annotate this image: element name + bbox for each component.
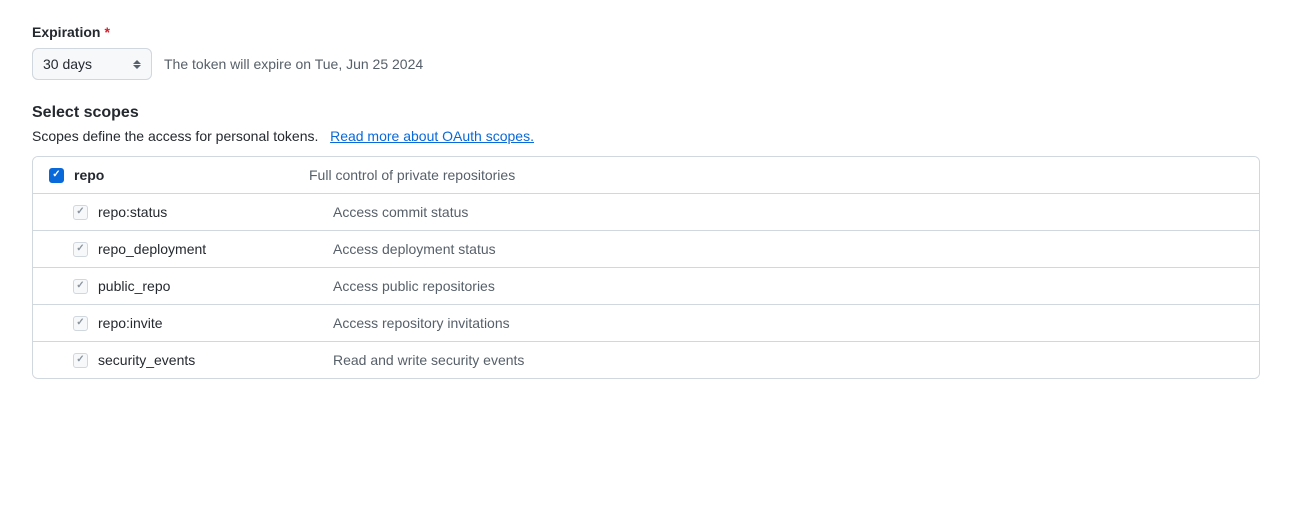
scope-description-repo-invite: Access repository invitations <box>333 315 1243 331</box>
partial-check-icon: ✓ <box>76 207 84 217</box>
scopes-section: Select scopes Scopes define the access f… <box>32 104 1260 379</box>
expiration-hint: The token will expire on Tue, Jun 25 202… <box>164 56 423 72</box>
scope-name-repo-invite: repo:invite <box>98 315 163 331</box>
expiration-row: 30 days The token will expire on Tue, Ju… <box>32 48 1260 80</box>
partial-check-icon: ✓ <box>76 318 84 328</box>
arrow-down-icon <box>133 65 141 69</box>
scope-checkbox-repo-invite[interactable]: ✓ <box>73 316 88 331</box>
scope-checkbox-area-repo-deployment: ✓ repo_deployment <box>73 241 333 257</box>
scope-checkbox-area-repo-invite: ✓ repo:invite <box>73 315 333 331</box>
scopes-description-text: Scopes define the access for personal to… <box>32 128 318 144</box>
partial-check-icon: ✓ <box>76 355 84 365</box>
required-indicator: * <box>104 24 109 40</box>
scope-row-public-repo: ✓ public_repo Access public repositories <box>33 268 1259 305</box>
scopes-description: Scopes define the access for personal to… <box>32 128 1260 144</box>
scope-name-repo-deployment: repo_deployment <box>98 241 206 257</box>
checkmark-icon: ✓ <box>52 170 60 180</box>
scopes-table: ✓ repo Full control of private repositor… <box>32 156 1260 379</box>
scope-checkbox-repo-status[interactable]: ✓ <box>73 205 88 220</box>
scope-checkbox-area-repo: ✓ repo <box>49 167 309 183</box>
scope-checkbox-repo-deployment[interactable]: ✓ <box>73 242 88 257</box>
scope-checkbox-repo[interactable]: ✓ <box>49 168 64 183</box>
scopes-title: Select scopes <box>32 104 1260 122</box>
expiration-select-value: 30 days <box>43 56 92 72</box>
scope-name-repo: repo <box>74 167 104 183</box>
scope-description-repo-status: Access commit status <box>333 204 1243 220</box>
partial-check-icon: ✓ <box>76 281 84 291</box>
scope-checkbox-area-public-repo: ✓ public_repo <box>73 278 333 294</box>
scope-checkbox-public-repo[interactable]: ✓ <box>73 279 88 294</box>
scope-row-security-events: ✓ security_events Read and write securit… <box>33 342 1259 378</box>
scope-description-public-repo: Access public repositories <box>333 278 1243 294</box>
scope-checkbox-area-repo-status: ✓ repo:status <box>73 204 333 220</box>
expiration-arrows <box>133 60 141 69</box>
expiration-label-text: Expiration <box>32 24 100 40</box>
scope-row-repo-deployment: ✓ repo_deployment Access deployment stat… <box>33 231 1259 268</box>
scope-description-repo-deployment: Access deployment status <box>333 241 1243 257</box>
scope-description-repo: Full control of private repositories <box>309 167 1243 183</box>
scope-row-repo: ✓ repo Full control of private repositor… <box>33 157 1259 194</box>
expiration-select[interactable]: 30 days <box>32 48 152 80</box>
scope-checkbox-security-events[interactable]: ✓ <box>73 353 88 368</box>
partial-check-icon: ✓ <box>76 244 84 254</box>
arrow-up-icon <box>133 60 141 64</box>
oauth-link[interactable]: Read more about OAuth scopes. <box>330 128 534 144</box>
scope-row-repo-status: ✓ repo:status Access commit status <box>33 194 1259 231</box>
scope-name-public-repo: public_repo <box>98 278 170 294</box>
scope-name-security-events: security_events <box>98 352 195 368</box>
expiration-section: Expiration * 30 days The token will expi… <box>32 24 1260 80</box>
scope-row-repo-invite: ✓ repo:invite Access repository invitati… <box>33 305 1259 342</box>
expiration-label: Expiration * <box>32 24 1260 40</box>
scope-name-repo-status: repo:status <box>98 204 167 220</box>
scope-description-security-events: Read and write security events <box>333 352 1243 368</box>
scope-checkbox-area-security-events: ✓ security_events <box>73 352 333 368</box>
